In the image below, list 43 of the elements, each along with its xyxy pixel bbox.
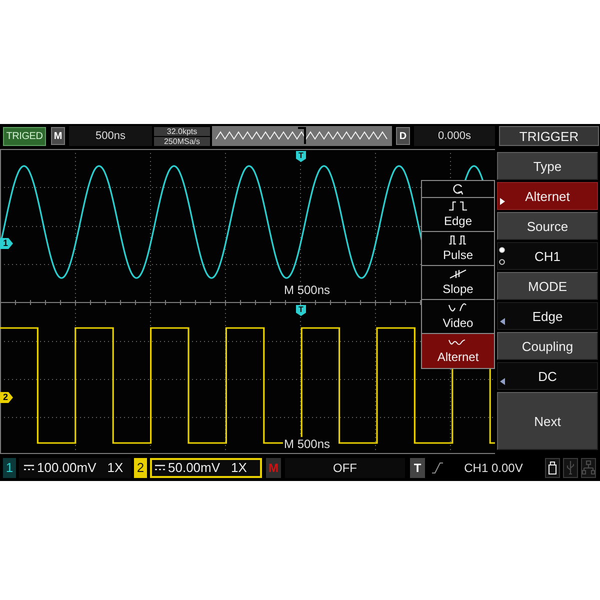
channel-scale: 50.00mV — [168, 460, 220, 475]
probe-factor: 1X — [107, 460, 124, 475]
circular-arrow-icon — [452, 183, 464, 195]
trigger-status: TRIGED — [3, 126, 46, 146]
channel-marker: 2 — [0, 392, 13, 403]
memory-depth: 32.0kpts — [154, 126, 210, 136]
dc-coupling-icon — [155, 464, 165, 471]
slope-icon — [448, 268, 468, 280]
probe-factor: 1X — [231, 460, 247, 475]
timebase-readout: 500ns — [69, 126, 152, 146]
channel-marker: 1 — [0, 238, 13, 249]
menu-option-title: Source — [497, 212, 598, 240]
timebase-label: M 500ns — [283, 283, 332, 297]
trigger-type-option[interactable]: Alternet — [422, 334, 494, 368]
menu-option-value[interactable]: Alternet — [497, 182, 598, 210]
menu-option-value[interactable]: Edge — [497, 302, 598, 330]
delay-badge: D — [396, 127, 410, 145]
math-status: OFF — [285, 458, 405, 478]
sample-rate: 250MSa/s — [154, 136, 210, 146]
menu-button[interactable]: Next — [497, 392, 598, 450]
mode-badge: M — [51, 127, 65, 145]
wave-shapes-icon — [448, 302, 468, 314]
trigger-badge: T — [410, 458, 425, 478]
dc-coupling-icon — [24, 464, 34, 471]
menu-title: TRIGGER — [499, 126, 599, 146]
trigger-position-marker: T — [296, 305, 306, 316]
channel-badge: 1 — [3, 458, 16, 478]
menu-option-title: Type — [497, 152, 598, 180]
rising-edge-icon — [431, 460, 444, 474]
trigger-type-option[interactable]: Video — [422, 300, 494, 334]
edge-steps-icon — [448, 200, 468, 212]
menu-option-title: MODE — [497, 272, 598, 300]
channel-scale: 100.00mV — [37, 460, 96, 475]
trigger-readout: CH1 0.00V — [463, 460, 524, 474]
channel-badge: 2 — [134, 458, 147, 478]
menu-option-value[interactable]: CH1 — [497, 242, 598, 270]
menu-option-value[interactable]: DC — [497, 362, 598, 390]
math-badge: M — [266, 458, 281, 478]
timebase-label: M 500ns — [283, 437, 332, 451]
pulse-shapes-icon — [448, 234, 468, 246]
trigger-position-marker: T — [296, 151, 306, 162]
delay-readout: 0.000s — [414, 126, 495, 146]
menu-option-title: Coupling — [497, 332, 598, 360]
